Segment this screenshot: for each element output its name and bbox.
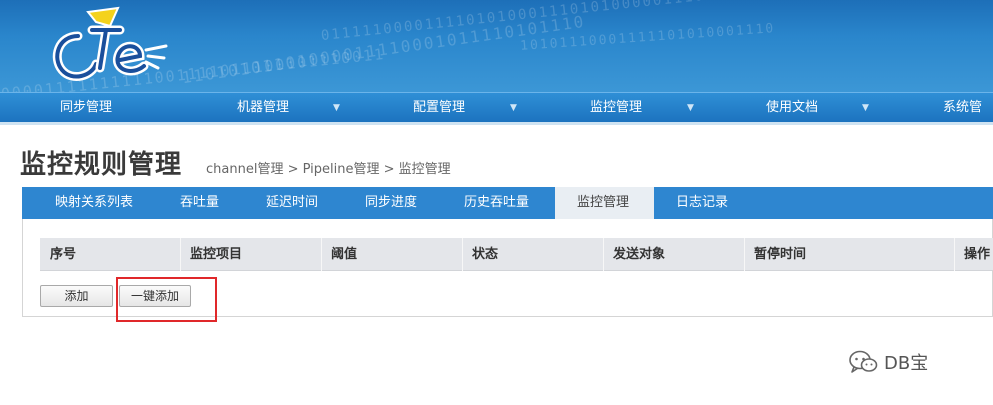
column-divider (954, 238, 955, 271)
tab-log-records[interactable]: 日志记录 (676, 187, 728, 219)
nav-item-monitor[interactable]: 监控管理 (590, 93, 642, 123)
tab-throughput[interactable]: 吞吐量 (180, 187, 219, 219)
column-divider (603, 238, 604, 271)
column-header-actions: 操作 (964, 247, 991, 262)
tab-sync-progress[interactable]: 同步进度 (365, 187, 417, 219)
column-header-pause-time: 暂停时间 (754, 247, 807, 262)
tab-monitor-management[interactable]: 监控管理 (555, 187, 654, 219)
watermark-label: DB宝 (884, 353, 929, 374)
tab-mapping-list[interactable]: 映射关系列表 (55, 187, 133, 219)
header-banner: 0111110000111101010001110101000001110 11… (0, 0, 993, 92)
chevron-down-icon[interactable]: ▼ (687, 93, 694, 123)
wechat-icon (849, 350, 878, 373)
otter-logo-icon[interactable] (40, 6, 170, 86)
nav-item-sync[interactable]: 同步管理 (60, 93, 112, 123)
nav-item-docs[interactable]: 使用文档 (766, 93, 818, 123)
annotation-highlight-box (116, 277, 217, 322)
table-header: 序号 监控项目 阈值 状态 发送对象 暂停时间 操作 (40, 238, 993, 271)
tab-history-throughput[interactable]: 历史吞吐量 (464, 187, 529, 219)
column-divider (744, 238, 745, 271)
main-nav: 同步管理 机器管理 ▼ 配置管理 ▼ 监控管理 ▼ 使用文档 ▼ 系统管理 (0, 92, 993, 145)
nav-divider (0, 122, 993, 125)
tab-delay-time[interactable]: 延迟时间 (266, 187, 318, 219)
column-divider (321, 238, 322, 271)
column-header-monitor-item: 监控项目 (190, 247, 243, 262)
column-header-recipient: 发送对象 (613, 247, 666, 262)
chevron-down-icon[interactable]: ▼ (333, 93, 340, 123)
nav-item-system[interactable]: 系统管理 (943, 93, 993, 145)
nav-item-config[interactable]: 配置管理 (413, 93, 465, 123)
column-divider (180, 238, 181, 271)
chevron-down-icon[interactable]: ▼ (510, 93, 517, 123)
breadcrumb: channel管理 > Pipeline管理 > 监控管理 (206, 162, 451, 177)
column-header-index: 序号 (50, 247, 77, 262)
add-button[interactable]: 添加 (40, 285, 113, 307)
column-divider (462, 238, 463, 271)
column-header-threshold: 阈值 (331, 247, 358, 262)
column-header-status: 状态 (472, 247, 499, 262)
page-title: 监控规则管理 (20, 150, 183, 180)
watermark: DB宝 (848, 347, 928, 377)
chevron-down-icon[interactable]: ▼ (862, 93, 869, 123)
nav-item-machines[interactable]: 机器管理 (237, 93, 289, 123)
sub-tab-bar: 映射关系列表 吞吐量 延迟时间 同步进度 历史吞吐量 监控管理 日志记录 (22, 187, 993, 219)
